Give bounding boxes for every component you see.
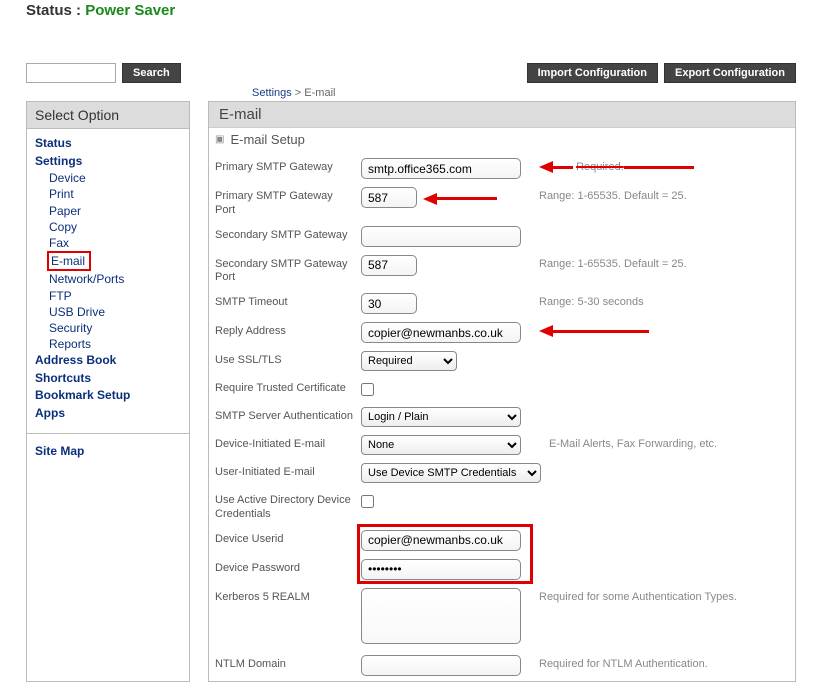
ntlm-domain-input[interactable] xyxy=(361,655,521,676)
sidebar-sub-network[interactable]: Network/Ports xyxy=(35,271,181,287)
sidebar-item-bookmark[interactable]: Bookmark Setup xyxy=(35,387,181,405)
label-reply: Reply Address xyxy=(215,322,361,339)
device-userid-input[interactable] xyxy=(361,530,521,551)
status-value: Power Saver xyxy=(85,2,175,19)
sidebar-sub-usb[interactable]: USB Drive xyxy=(35,304,181,320)
label-ssl: Use SSL/TLS xyxy=(215,351,361,368)
label-secondary-port: Secondary SMTP Gateway Port xyxy=(215,255,361,286)
device-status: Status : Power Saver xyxy=(0,0,820,19)
breadcrumb: Settings > E-mail xyxy=(252,87,820,99)
main-panel: E-mail ▣ E-mail Setup Primary SMTP Gatew… xyxy=(208,101,796,682)
sidebar-item-apps[interactable]: Apps xyxy=(35,405,181,423)
kerberos-realm-textarea[interactable] xyxy=(361,588,521,644)
sidebar-item-status[interactable]: Status xyxy=(35,135,181,153)
hint-dev-init: E-Mail Alerts, Fax Forwarding, etc. xyxy=(531,435,787,450)
label-ntlm: NTLM Domain xyxy=(215,655,361,672)
sidebar: Select Option Status Settings Device Pri… xyxy=(26,101,190,682)
label-smtp-auth: SMTP Server Authentication xyxy=(215,407,361,424)
sidebar-header: Select Option xyxy=(27,102,189,129)
sidebar-sub-reports[interactable]: Reports xyxy=(35,336,181,352)
smtp-auth-select[interactable]: Login / Plain xyxy=(361,407,521,427)
hint-primary-gateway: Required. xyxy=(521,158,787,173)
smtp-timeout-input[interactable] xyxy=(361,293,417,314)
sidebar-sub-paper[interactable]: Paper xyxy=(35,203,181,219)
sidebar-item-settings[interactable]: Settings xyxy=(35,153,181,171)
trusted-cert-checkbox[interactable] xyxy=(361,383,374,396)
sidebar-sub-security[interactable]: Security xyxy=(35,320,181,336)
collapse-icon[interactable]: ▣ xyxy=(215,134,224,145)
hint-timeout: Range: 5-30 seconds xyxy=(521,293,787,308)
page-title: E-mail xyxy=(209,102,795,128)
sidebar-sub-email[interactable]: E-mail xyxy=(47,251,91,271)
reply-address-input[interactable] xyxy=(361,322,521,343)
breadcrumb-current: E-mail xyxy=(304,87,335,99)
use-ad-checkbox[interactable] xyxy=(361,495,374,508)
sidebar-sub-fax[interactable]: Fax xyxy=(35,235,181,251)
arrow-icon xyxy=(539,161,553,173)
topbar: Search Import Configuration Export Confi… xyxy=(0,19,820,85)
sidebar-sub-ftp[interactable]: FTP xyxy=(35,288,181,304)
arrow-icon xyxy=(423,191,497,205)
status-label: Status : xyxy=(26,2,81,19)
section-title: E-mail Setup xyxy=(230,132,304,147)
label-password: Device Password xyxy=(215,559,361,576)
label-primary-gateway: Primary SMTP Gateway xyxy=(215,158,361,175)
use-ssl-select[interactable]: Required xyxy=(361,351,457,371)
sidebar-item-shortcuts[interactable]: Shortcuts xyxy=(35,370,181,388)
search-input[interactable] xyxy=(26,63,116,83)
label-primary-port: Primary SMTP Gateway Port xyxy=(215,187,361,218)
device-password-input[interactable] xyxy=(361,559,521,580)
primary-smtp-gateway-input[interactable] xyxy=(361,158,521,179)
label-trusted-cert: Require Trusted Certificate xyxy=(215,379,361,396)
label-dev-init: Device-Initiated E-mail xyxy=(215,435,361,452)
sidebar-sub-print[interactable]: Print xyxy=(35,186,181,202)
label-secondary-gateway: Secondary SMTP Gateway xyxy=(215,226,361,243)
hint-ntlm: Required for NTLM Authentication. xyxy=(521,655,787,670)
sidebar-sub-copy[interactable]: Copy xyxy=(35,219,181,235)
hint-reply xyxy=(521,322,787,337)
secondary-smtp-gateway-input[interactable] xyxy=(361,226,521,247)
sidebar-sitemap[interactable]: Site Map xyxy=(35,443,181,461)
label-timeout: SMTP Timeout xyxy=(215,293,361,310)
label-userid: Device Userid xyxy=(215,530,361,547)
arrow-icon xyxy=(539,325,553,337)
secondary-smtp-port-input[interactable] xyxy=(361,255,417,276)
import-config-button[interactable]: Import Configuration xyxy=(527,63,658,83)
sidebar-sub-device[interactable]: Device xyxy=(35,170,181,186)
primary-smtp-port-input[interactable] xyxy=(361,187,417,208)
user-initiated-select[interactable]: Use Device SMTP Credentials xyxy=(361,463,541,483)
hint-kerberos: Required for some Authentication Types. xyxy=(521,588,787,603)
hint-primary-port: Range: 1-65535. Default = 25. xyxy=(521,187,787,202)
label-use-ad: Use Active Directory Device Credentials xyxy=(215,491,361,522)
search-button[interactable]: Search xyxy=(122,63,181,83)
hint-secondary-port: Range: 1-65535. Default = 25. xyxy=(521,255,787,270)
sidebar-item-addressbook[interactable]: Address Book xyxy=(35,352,181,370)
breadcrumb-settings[interactable]: Settings xyxy=(252,87,292,99)
label-kerberos: Kerberos 5 REALM xyxy=(215,588,361,605)
export-config-button[interactable]: Export Configuration xyxy=(664,63,796,83)
device-initiated-select[interactable]: None xyxy=(361,435,521,455)
label-user-init: User-Initiated E-mail xyxy=(215,463,361,480)
